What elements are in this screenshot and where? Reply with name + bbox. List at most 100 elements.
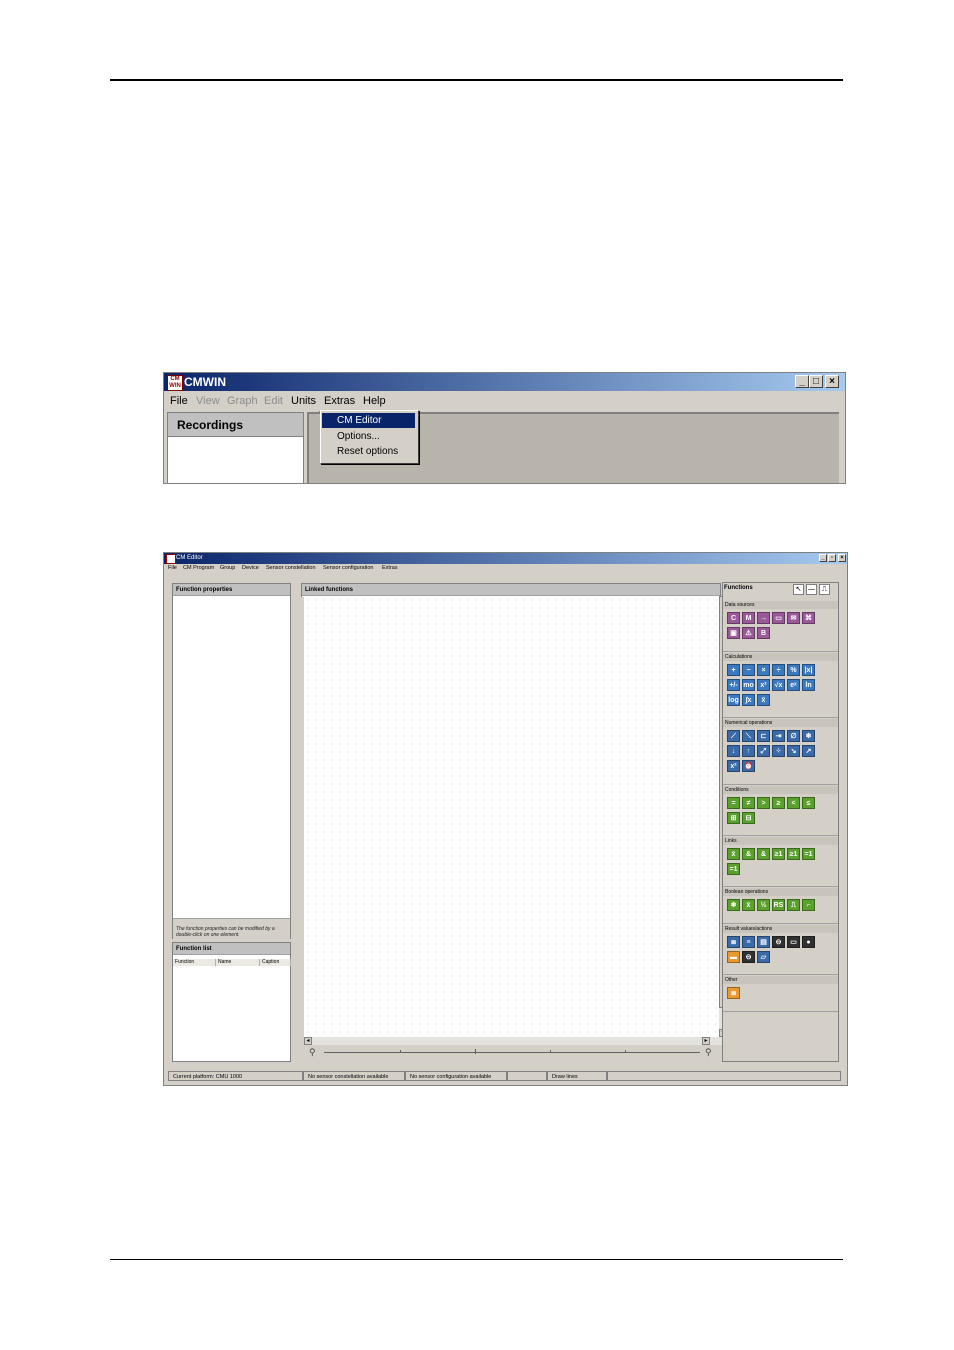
- xor-icon[interactable]: =1: [802, 848, 815, 860]
- bits-icon[interactable]: x²: [727, 760, 740, 772]
- mean-icon[interactable]: x̄: [757, 694, 770, 706]
- column-name[interactable]: Name: [216, 959, 260, 966]
- zoom-out-icon[interactable]: ⚲: [309, 1047, 316, 1058]
- freeze-icon[interactable]: ❄: [802, 730, 815, 742]
- horizontal-scrollbar[interactable]: [304, 1037, 728, 1045]
- menu-file[interactable]: File: [168, 565, 177, 571]
- nand-icon[interactable]: &: [757, 848, 770, 860]
- column-caption[interactable]: Caption: [260, 959, 291, 966]
- message-icon[interactable]: ✉: [787, 612, 800, 624]
- bool-mean-icon[interactable]: x̄: [742, 899, 755, 911]
- menu-sensor-configuration[interactable]: Sensor configuration: [323, 565, 373, 571]
- chart-icon[interactable]: ▱: [757, 951, 770, 963]
- maximize-button[interactable]: □: [809, 375, 823, 388]
- equal-icon[interactable]: =: [727, 797, 740, 809]
- power-icon[interactable]: x²: [757, 679, 770, 691]
- range-out-icon[interactable]: ⊟: [742, 812, 755, 824]
- scale-icon[interactable]: ⤢: [757, 745, 770, 757]
- multiply-icon[interactable]: ×: [757, 664, 770, 676]
- scroll-right-arrow[interactable]: ▸: [702, 1037, 710, 1045]
- channel-icon[interactable]: ⌘: [802, 612, 815, 624]
- nor-icon[interactable]: ≥1: [787, 848, 800, 860]
- ramp-up-icon[interactable]: ⟋: [727, 730, 740, 742]
- minimize-button[interactable]: _: [795, 375, 809, 388]
- menu-extras[interactable]: Extras: [324, 395, 355, 407]
- result-table-icon[interactable]: ≣: [727, 936, 740, 948]
- menu-file[interactable]: File: [170, 395, 188, 407]
- relay-out-icon[interactable]: ⊖: [742, 951, 755, 963]
- relay-icon[interactable]: ⊖: [772, 936, 785, 948]
- sqrt-icon[interactable]: √x: [772, 679, 785, 691]
- device-icon[interactable]: ▣: [727, 627, 740, 639]
- warning-icon[interactable]: ⚠: [742, 627, 755, 639]
- subtract-icon[interactable]: −: [742, 664, 755, 676]
- log-icon[interactable]: log: [727, 694, 740, 706]
- bit-icon[interactable]: B: [757, 627, 770, 639]
- bool-freeze-icon[interactable]: ❄: [727, 899, 740, 911]
- reset-options-item[interactable]: Reset options: [322, 444, 415, 459]
- display-icon[interactable]: ▭: [787, 936, 800, 948]
- note-icon[interactable]: ≣: [727, 987, 740, 999]
- zoom-slider-handle[interactable]: [475, 1049, 476, 1054]
- greater-icon[interactable]: >: [757, 797, 770, 809]
- scatter-icon[interactable]: ⁘: [772, 745, 785, 757]
- connector-tool-icon[interactable]: ⎍: [819, 584, 830, 595]
- scroll-left-arrow[interactable]: ◂: [304, 1037, 312, 1045]
- store-icon[interactable]: ▬: [727, 951, 740, 963]
- pulse-icon[interactable]: ⎍: [787, 899, 800, 911]
- modulo-icon[interactable]: mo: [742, 679, 755, 691]
- zoom-in-icon[interactable]: ⚲: [705, 1047, 712, 1058]
- min-icon[interactable]: ↓: [727, 745, 740, 757]
- or-icon[interactable]: ≥1: [772, 848, 785, 860]
- cm-editor-item[interactable]: CM Editor: [322, 413, 415, 428]
- decay-icon[interactable]: ↘: [787, 745, 800, 757]
- max-icon[interactable]: ↑: [742, 745, 755, 757]
- menu-sensor-constellation[interactable]: Sensor constellation: [266, 565, 316, 571]
- shift-icon[interactable]: ⇥: [772, 730, 785, 742]
- menu-graph[interactable]: Graph: [227, 395, 258, 407]
- constant-icon[interactable]: C: [727, 612, 740, 624]
- range-in-icon[interactable]: ⊞: [727, 812, 740, 824]
- sensor-icon[interactable]: ▭: [772, 612, 785, 624]
- less-icon[interactable]: <: [787, 797, 800, 809]
- menu-help[interactable]: Help: [363, 395, 386, 407]
- empty-icon[interactable]: ∅: [787, 730, 800, 742]
- close-button[interactable]: ×: [825, 375, 839, 388]
- menu-group[interactable]: Group: [220, 565, 235, 571]
- step-icon[interactable]: ⊏: [757, 730, 770, 742]
- linked-functions-canvas[interactable]: [304, 596, 719, 1037]
- options-item[interactable]: Options...: [322, 429, 415, 444]
- delay-icon[interactable]: ⌐: [802, 899, 815, 911]
- menu-units[interactable]: Units: [291, 395, 316, 407]
- rs-flipflop-icon[interactable]: RS: [772, 899, 785, 911]
- menu-edit[interactable]: Edit: [264, 395, 283, 407]
- greater-equal-icon[interactable]: ≥: [772, 797, 785, 809]
- ln-icon[interactable]: ln: [802, 679, 815, 691]
- percent-icon[interactable]: %: [787, 664, 800, 676]
- xnor-icon[interactable]: =1: [727, 863, 740, 875]
- and-icon[interactable]: &: [742, 848, 755, 860]
- output-icon[interactable]: ▤: [757, 936, 770, 948]
- add-icon[interactable]: +: [727, 664, 740, 676]
- menu-cm-program[interactable]: CM Program: [183, 565, 214, 571]
- menu-view[interactable]: View: [196, 395, 220, 407]
- less-equal-icon[interactable]: ≤: [802, 797, 815, 809]
- menu-extras[interactable]: Extras: [382, 565, 398, 571]
- input-icon[interactable]: →: [757, 612, 770, 624]
- select-tool-icon[interactable]: ↖: [793, 584, 804, 595]
- toggle-icon[interactable]: ½: [757, 899, 770, 911]
- integral-icon[interactable]: ∫x: [742, 694, 755, 706]
- minimize-button[interactable]: _: [819, 554, 827, 562]
- restore-button[interactable]: ▫: [828, 554, 836, 562]
- lamp-icon[interactable]: ●: [802, 936, 815, 948]
- ramp-down-icon[interactable]: ⟍: [742, 730, 755, 742]
- absolute-icon[interactable]: |x|: [802, 664, 815, 676]
- not-equal-icon[interactable]: ≠: [742, 797, 755, 809]
- result-list-icon[interactable]: ≡: [742, 936, 755, 948]
- trend-icon[interactable]: ↗: [802, 745, 815, 757]
- close-button[interactable]: ×: [838, 554, 846, 562]
- timer-icon[interactable]: ⏰: [742, 760, 755, 772]
- exp-icon[interactable]: eˣ: [787, 679, 800, 691]
- line-tool-icon[interactable]: —: [806, 584, 817, 595]
- divide-icon[interactable]: ÷: [772, 664, 785, 676]
